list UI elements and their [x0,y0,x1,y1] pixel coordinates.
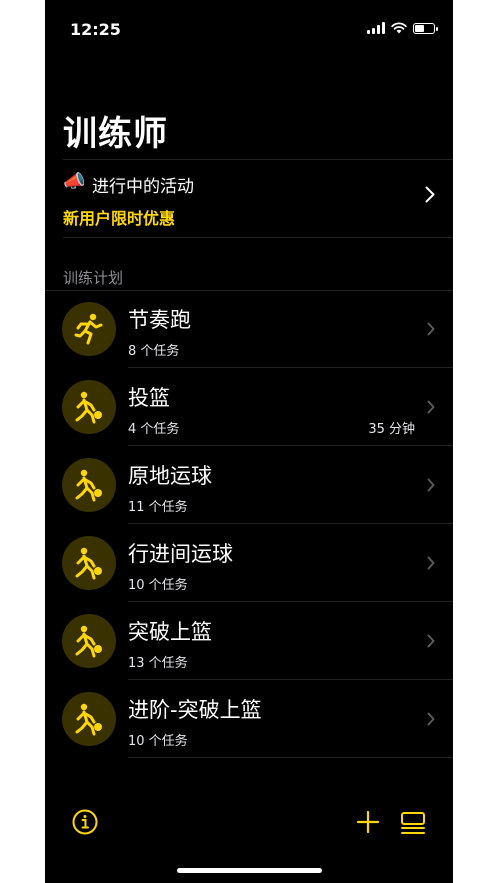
battery-icon [413,22,438,34]
status-time: 12:25 [70,20,121,39]
plan-list: 节奏跑 8 个任务投篮 4 个任务 35 分钟原地运球 11 个任务行进间运球 10 个任… [45,290,453,758]
basketball-dribble-icon [62,536,116,590]
chevron-right-icon [427,321,435,340]
chevron-right-icon [425,186,435,203]
divider [63,237,453,238]
plan-item[interactable]: 投篮 4 个任务 35 分钟 [45,368,453,446]
plan-title: 节奏跑 [128,308,191,332]
basketball-dribble-icon [62,458,116,512]
app-screen: 12:25 训练师 📣 进行中的活动 新用户限时优惠 训练计划 节奏跑 8 个任务… [45,0,453,883]
status-icons [367,22,438,34]
plan-title: 投篮 [128,386,170,410]
list-icon[interactable] [400,810,426,836]
plan-title: 原地运球 [128,464,212,488]
status-bar: 12:25 [45,0,453,60]
chevron-right-icon [427,633,435,652]
plan-task-count: 10 个任务 [128,578,188,593]
promo-subtitle: 新用户限时优惠 [63,209,176,228]
running-icon [62,302,116,356]
section-header: 训练计划 [63,269,124,287]
plan-item[interactable]: 突破上篮 13 个任务 [45,602,453,680]
chevron-right-icon [427,399,435,418]
home-indicator[interactable] [177,868,322,873]
basketball-dribble-icon [62,692,116,746]
plan-title: 行进间运球 [128,542,233,566]
plan-task-count: 4 个任务 [128,422,180,437]
plan-item[interactable]: 原地运球 11 个任务 [45,446,453,524]
plan-duration: 35 分钟 [368,422,415,437]
plan-item[interactable]: 节奏跑 8 个任务 [45,290,453,368]
wifi-icon [391,22,407,34]
plan-task-count: 11 个任务 [128,500,188,515]
promo-title: 进行中的活动 [92,177,194,197]
info-icon[interactable] [72,809,98,835]
megaphone-icon: 📣 [63,171,86,192]
chevron-right-icon [427,555,435,574]
page-title: 训练师 [63,114,168,154]
plan-item[interactable]: 进阶-突破上篮 10 个任务 [45,680,453,758]
chevron-right-icon [427,477,435,496]
basketball-dribble-icon [62,614,116,668]
battery-level [415,24,424,32]
plus-icon[interactable] [356,810,380,834]
plan-title: 进阶-突破上篮 [128,698,262,722]
chevron-right-icon [427,711,435,730]
plan-task-count: 8 个任务 [128,344,180,359]
row-divider [128,757,453,758]
basketball-dribble-icon [62,380,116,434]
plan-task-count: 13 个任务 [128,656,188,671]
plan-title: 突破上篮 [128,620,212,644]
cellular-signal-icon [367,22,385,34]
plan-task-count: 10 个任务 [128,734,188,749]
plan-item[interactable]: 行进间运球 10 个任务 [45,524,453,602]
